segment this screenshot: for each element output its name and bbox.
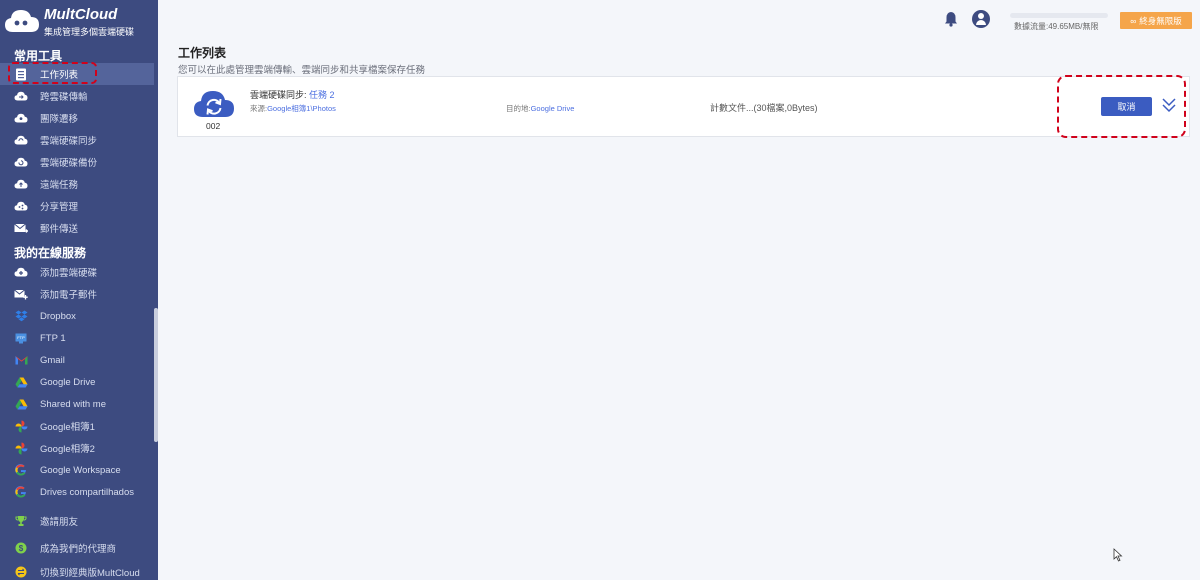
svg-text:$: $ [19, 544, 24, 553]
upgrade-label: 終身無限版 [1139, 15, 1182, 26]
task-status: 計數文件...(30檔案,0Bytes) [710, 103, 818, 113]
sidebar-item-label: 郵件傳送 [40, 224, 79, 235]
email-migration-icon [14, 221, 28, 235]
logo-subtitle: 集成管理多個雲端硬碟 [44, 27, 135, 37]
svg-text:FTP: FTP [17, 335, 25, 340]
google-drive-icon [14, 375, 28, 389]
task-type: 雲端硬碟同步: [250, 90, 310, 100]
sidebar-item-team-migration[interactable]: 團隊遷移 [0, 107, 154, 129]
task-destination-label: 目的地: [506, 104, 531, 113]
sidebar-item-label: Google相簿1 [40, 422, 95, 433]
trophy-icon [14, 514, 28, 528]
task-source-path[interactable]: Google相簿1\Photos [267, 104, 336, 113]
sidebar-item-label: Gmail [40, 354, 65, 366]
sidebar-item-label: Google Drive [40, 376, 96, 388]
sidebar-item-remote-upload[interactable]: 遠端任務 [0, 173, 154, 195]
sidebar-item-switch-classic[interactable]: 切換到經典版MultCloud [0, 561, 154, 580]
sidebar-item-label: 雲端硬碟同步 [40, 136, 98, 147]
sidebar-item-label: Dropbox [40, 310, 76, 322]
task-card: 002 雲端硬碟同步: 任務 2 來源:Google相簿1\Photos 目的地… [177, 76, 1190, 137]
dollar-icon: $ [14, 541, 28, 555]
sidebar-item-google-photos-1[interactable]: Google相簿1 [0, 415, 154, 437]
sidebar-item-label: 分享管理 [40, 202, 79, 213]
sidebar-item-label: 添加雲端硬碟 [40, 268, 98, 279]
highlight-box-task-actions [1057, 75, 1186, 138]
task-number: 002 [206, 121, 221, 131]
shared-drive-icon [14, 397, 28, 411]
sidebar-item-label: 團隊遷移 [40, 114, 79, 125]
task-name-link[interactable]: 任務 2 [309, 90, 335, 100]
sidebar-item-label: 切換到經典版MultCloud [40, 568, 140, 579]
sidebar-item-share[interactable]: 分享管理 [0, 195, 154, 217]
sidebar-item-email-migration[interactable]: 郵件傳送 [0, 217, 154, 239]
traffic-usage-text: 數據流量:49.65MB/無限 [1014, 22, 1099, 31]
sidebar-item-google-workspace[interactable]: Google Workspace [0, 459, 154, 481]
sidebar-item-label: 遠端任務 [40, 180, 79, 191]
task-source: 來源:Google相簿1\Photos [250, 103, 336, 114]
sidebar-item-label: Drives compartilhados [40, 486, 134, 498]
sidebar-item-label: FTP 1 [40, 332, 66, 344]
sidebar-item-add-cloud[interactable]: 添加雲端硬碟 [0, 261, 154, 283]
cloud-sync-icon [194, 91, 234, 117]
google-icon [14, 463, 28, 477]
user-avatar-icon[interactable] [972, 10, 990, 28]
upgrade-button[interactable]: ∞ 終身無限版 [1120, 12, 1192, 29]
sidebar-item-shared-drives[interactable]: Drives compartilhados [0, 481, 154, 503]
multcloud-logo-icon [5, 10, 39, 32]
sidebar-item-label: 邀請朋友 [40, 517, 79, 528]
team-migration-icon [14, 111, 28, 125]
sidebar-item-cloud-backup[interactable]: 雲端硬碟備份 [0, 151, 154, 173]
sidebar-item-label: 雲端硬碟備份 [40, 158, 98, 169]
sidebar-item-cloud-transfer[interactable]: 跨雲碟傳輸 [0, 85, 154, 107]
page-title: 工作列表 [178, 46, 227, 60]
google-icon [14, 485, 28, 499]
sidebar-item-google-photos-2[interactable]: Google相簿2 [0, 437, 154, 459]
mouse-cursor-icon [1113, 548, 1123, 562]
sidebar-item-invite-friends[interactable]: 邀請朋友 [0, 510, 154, 532]
task-destination: 目的地:Google Drive [506, 103, 574, 114]
page-description: 您可以在此處管理雲端傳輸、雲端同步和共享檔案保存任務 [178, 65, 426, 76]
logo-title: MultCloud [44, 6, 118, 23]
gmail-icon [14, 353, 28, 367]
infinity-icon: ∞ [1130, 15, 1137, 26]
logo[interactable]: MultCloud 集成管理多個雲端硬碟 [4, 4, 154, 40]
sidebar-item-label: Google相簿2 [40, 444, 95, 455]
add-cloud-icon [14, 265, 28, 279]
sidebar-item-shared-with-me[interactable]: Shared with me [0, 393, 154, 415]
sidebar-item-label: 添加電子郵件 [40, 290, 98, 301]
sidebar-item-become-affiliate[interactable]: $ 成為我們的代理商 [0, 537, 154, 559]
sidebar: MultCloud 集成管理多個雲端硬碟 常用工具 工作列表 跨雲碟傳輸 團隊遷… [0, 0, 158, 580]
sidebar-item-google-drive[interactable]: Google Drive [0, 371, 154, 393]
task-destination-path[interactable]: Google Drive [531, 104, 575, 113]
section-title-services: 我的在線服務 [14, 246, 87, 260]
dropbox-icon [14, 309, 28, 323]
sidebar-item-gmail[interactable]: Gmail [0, 349, 154, 371]
cloud-transfer-icon [14, 89, 28, 103]
cloud-backup-icon [14, 155, 28, 169]
highlight-box-task-list [8, 62, 97, 84]
ftp-icon: FTP [14, 331, 28, 345]
share-icon [14, 199, 28, 213]
notification-bell-icon[interactable] [944, 11, 958, 27]
cloud-sync-icon [14, 133, 28, 147]
google-photos-icon [14, 441, 28, 455]
task-name: 雲端硬碟同步: 任務 2 [250, 88, 335, 101]
sidebar-item-label: 成為我們的代理商 [40, 544, 117, 555]
sidebar-item-ftp[interactable]: FTP FTP 1 [0, 327, 154, 349]
google-photos-icon [14, 419, 28, 433]
sidebar-item-label: Shared with me [40, 398, 107, 410]
add-email-icon [14, 287, 28, 301]
sidebar-item-label: 跨雲碟傳輸 [40, 92, 88, 103]
sidebar-scrollbar[interactable] [154, 308, 158, 442]
sidebar-item-label: Google Workspace [40, 464, 121, 476]
remote-upload-icon [14, 177, 28, 191]
sidebar-item-dropbox[interactable]: Dropbox [0, 305, 154, 327]
sidebar-item-cloud-sync[interactable]: 雲端硬碟同步 [0, 129, 154, 151]
traffic-progress-bar [1010, 13, 1108, 18]
sidebar-item-add-email[interactable]: 添加電子郵件 [0, 283, 154, 305]
switch-icon [14, 565, 28, 579]
task-source-label: 來源: [250, 104, 268, 113]
